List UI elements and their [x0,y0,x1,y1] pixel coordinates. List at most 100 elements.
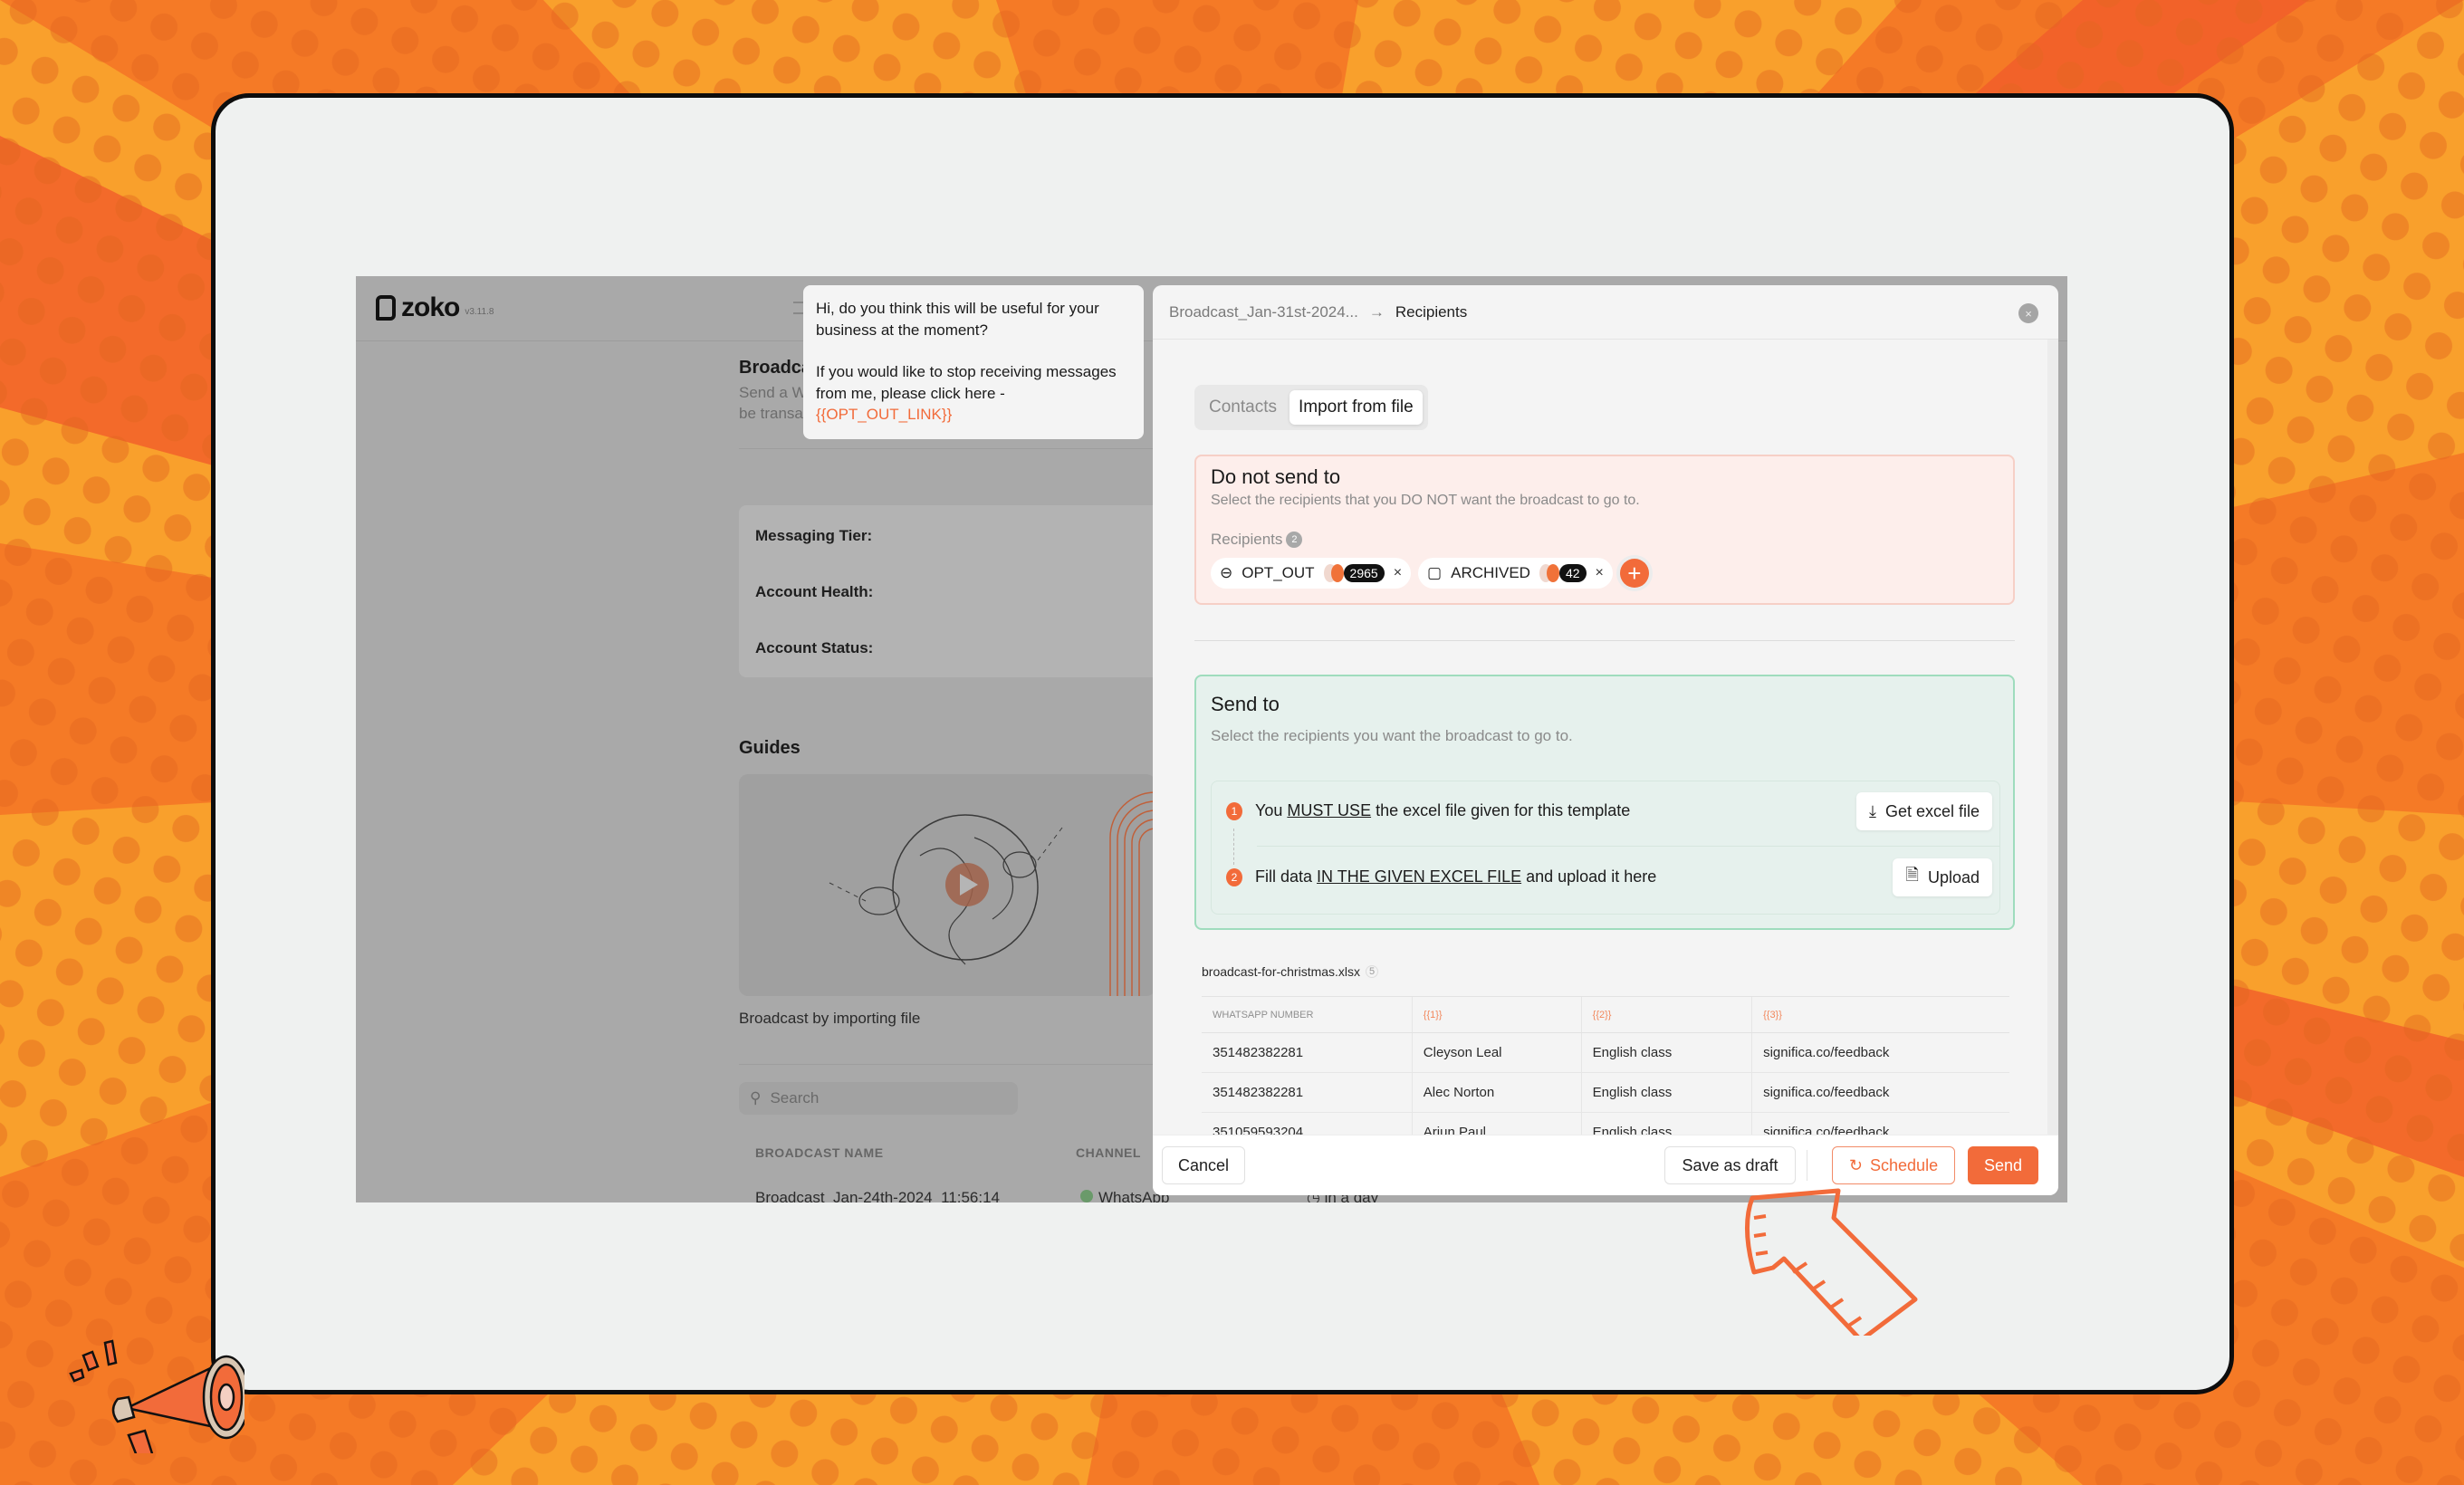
column-header-channel[interactable]: CHANNEL [1076,1145,1141,1160]
do-not-send-subtitle: Select the recipients that you DO NOT wa… [1211,493,1640,508]
logo-text: zoko [401,292,460,322]
breadcrumb-broadcast[interactable]: Broadcast_Jan-31st-2024... [1169,303,1358,321]
step-text: You MUST USE the excel file given for th… [1255,801,1631,819]
column-header: WHATSAPP NUMBER [1202,996,1413,1033]
button-label: Upload [1927,867,1980,886]
opt-out-link-variable: {{OPT_OUT_LINK}} [816,406,953,423]
do-not-send-title: Do not send to [1211,465,1341,488]
download-icon: ⤓ [1868,801,1876,820]
add-exclusion-button[interactable]: + [1619,559,1649,588]
chip-label: ARCHIVED [1451,564,1530,581]
cell: significa.co/feedback [1751,1072,2009,1113]
chip-count: 2965 [1343,564,1385,582]
account-health-label: Account Health: [755,583,874,600]
column-header: {{1}} [1411,996,1582,1033]
broadcast-row-name[interactable]: Broadcast_Jan-24th-2024_11:56:14 [755,1189,1000,1202]
page-title: Broadca [739,358,812,378]
chat-bubble-icon [376,295,396,321]
archive-icon: ▢ [1427,564,1443,581]
search-input[interactable]: ⚲ Search [739,1082,1018,1115]
cell: Cleyson Leal [1411,1032,1582,1073]
step-number: 2 [1226,867,1242,886]
recipients-label: Recipients 2 [1211,531,1303,549]
cell: significa.co/feedback [1751,1032,2009,1073]
step-1: 1 You MUST USE the excel file given for … [1226,801,1630,820]
divider [739,448,1192,449]
megaphone-icon [69,1339,244,1453]
recipients-count-badge: 2 [1286,532,1303,548]
do-not-send-section: Do not send to Select the recipients tha… [1194,455,2015,605]
step-2: 2 Fill data IN THE GIVEN EXCEL FILE and … [1226,867,1656,886]
cell: 351482382281 [1202,1032,1413,1073]
template-line2: If you would like to stop receiving mess… [816,363,1117,402]
cell: English class [1580,1032,1752,1073]
arrow-right-icon: → [1368,302,1385,321]
guides-title: Guides [739,738,801,758]
file-row-count: 5 [1366,965,1379,978]
send-to-title: Send to [1211,693,1280,715]
account-status-label: Account Status: [755,639,874,656]
remove-chip-icon[interactable]: × [1394,565,1402,581]
table-row: 351482382281 Alec Norton English class s… [1202,1072,2009,1113]
chip-count: 42 [1558,564,1587,582]
divider [739,1064,1155,1065]
tab-import-from-file[interactable]: Import from file [1289,390,1423,425]
file-preview-table: WHATSAPP NUMBER {{1}} {{2}} {{3}} 351482… [1202,996,2009,1153]
guide-video-thumbnail[interactable] [739,774,1155,996]
close-button[interactable]: × [2018,303,2038,323]
play-icon[interactable] [945,863,989,906]
recipients-label-text: Recipients [1211,531,1283,548]
messaging-tier-label: Messaging Tier: [755,527,873,544]
cell: English class [1580,1072,1752,1113]
cancel-button[interactable]: Cancel [1162,1146,1245,1184]
video-caption: Broadcast by importing file [739,1010,921,1027]
page-subtitle-line2: be transa [739,405,803,422]
step-divider [1257,846,1999,847]
page-subtitle-line1: Send a W [739,384,807,401]
tab-contacts[interactable]: Contacts [1200,390,1286,425]
breadcrumb-recipients: Recipients [1395,302,1468,321]
section-divider [1194,640,2015,641]
recipients-panel: Broadcast_Jan-31st-2024... → Recipients … [1153,285,2058,1195]
chip-label: OPT_OUT [1242,564,1315,581]
template-line1: Hi, do you think this will be useful for… [816,300,1099,339]
logout-icon: ⊖ [1220,564,1233,581]
button-label: Get excel file [1884,801,1980,820]
avatar-stack: 42 [1539,564,1587,582]
chip-opt-out[interactable]: ⊖ OPT_OUT 2965 × [1211,558,1412,589]
cell: 351482382281 [1202,1072,1413,1113]
upload-button[interactable]: 🗎 Upload [1893,858,1992,896]
column-header-broadcast-name[interactable]: BROADCAST NAME [755,1145,884,1160]
globe-illustration [829,791,1155,996]
cell: Alec Norton [1411,1072,1582,1113]
search-icon: ⚲ [750,1089,762,1107]
excluded-recipient-chips: ⊖ OPT_OUT 2965 × ▢ ARCHIVED 42 × + [1211,558,1649,589]
import-steps: 1 You MUST USE the excel file given for … [1211,781,2000,915]
account-info-card: Messaging Tier: Account Health: Account … [739,505,1174,677]
chip-archived[interactable]: ▢ ARCHIVED 42 × [1418,558,1613,589]
step-number: 1 [1226,801,1242,820]
breadcrumb: Broadcast_Jan-31st-2024... → Recipients [1153,285,2058,340]
send-to-section: Send to Select the recipients you want t… [1194,675,2015,930]
file-name: broadcast-for-christmas.xlsx [1202,964,1361,979]
uploaded-file: broadcast-for-christmas.xlsx 5 [1202,964,1379,979]
column-header: {{2}} [1580,996,1752,1033]
column-header: {{3}} [1751,996,2009,1033]
decorative-arches [1109,791,1155,996]
whatsapp-icon [1080,1190,1093,1202]
step-connector [1233,829,1234,865]
search-placeholder: Search [770,1089,820,1107]
hand-drawn-arrow-icon [1745,1188,1918,1336]
scrollbar[interactable] [2047,340,2058,1136]
get-excel-file-button[interactable]: ⤓ Get excel file [1855,792,1992,830]
table-header-row: WHATSAPP NUMBER {{1}} {{2}} {{3}} [1202,996,2009,1033]
page-header: Broadca Send a W be transa [739,358,811,424]
file-icon: 🗎 [1905,866,1919,884]
recipient-source-tabs: Contacts Import from file [1194,385,1428,430]
step-text: Fill data IN THE GIVEN EXCEL FILE and up… [1255,867,1657,886]
table-row: 351482382281 Cleyson Leal English class … [1202,1032,2009,1073]
send-button[interactable]: Send [1968,1146,2038,1184]
avatar-stack: 2965 [1323,564,1385,582]
send-to-subtitle: Select the recipients you want the broad… [1211,727,1573,744]
remove-chip-icon[interactable]: × [1596,565,1604,581]
